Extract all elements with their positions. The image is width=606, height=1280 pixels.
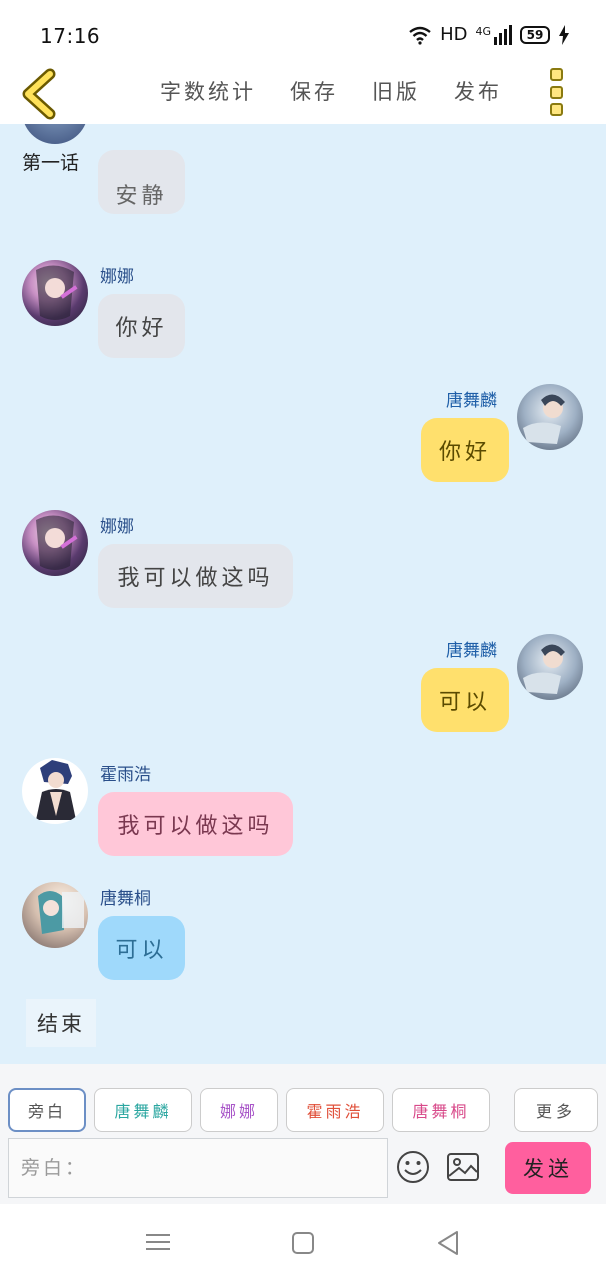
message-bubble[interactable]: 可以 — [421, 668, 509, 732]
old-version-button[interactable]: 旧版 — [372, 76, 420, 106]
avatar-huo-yuhao[interactable] — [22, 758, 88, 824]
role-chips: 旁白 唐舞麟 娜娜 霍雨浩 唐舞桐 — [8, 1088, 498, 1132]
network-type-label: HD — [440, 24, 468, 45]
sender-name: 唐舞麟 — [446, 641, 497, 661]
charging-icon — [559, 24, 569, 45]
message-bubble-partial[interactable]: 安静 — [98, 150, 185, 214]
avatar-tang-wulin[interactable] — [517, 384, 583, 450]
recent-apps-icon[interactable] — [146, 1232, 170, 1252]
chat-area[interactable]: 第一话 安静 娜娜 你好 唐舞麟 你好 娜娜 我可以做这吗 唐舞麟 可以 霍雨浩… — [0, 124, 606, 1064]
avatar-tang-wutong[interactable] — [22, 882, 88, 948]
message-bubble[interactable]: 你好 — [421, 418, 509, 482]
more-options-icon[interactable] — [550, 68, 566, 116]
status-bar: 17:16 HD 4G 59 — [0, 0, 606, 64]
sender-name: 霍雨浩 — [100, 765, 151, 785]
sender-name: 娜娜 — [100, 267, 134, 287]
role-chip-huo-yuhao[interactable]: 霍雨浩 — [286, 1088, 384, 1132]
message-bubble[interactable]: 我可以做这吗 — [98, 544, 293, 608]
role-chip-nana[interactable]: 娜娜 — [200, 1088, 278, 1132]
send-button[interactable]: 发送 — [505, 1142, 591, 1194]
publish-button[interactable]: 发布 — [454, 76, 502, 106]
message-input[interactable] — [8, 1138, 388, 1198]
status-time: 17:16 — [40, 24, 101, 48]
role-chip-tang-wutong[interactable]: 唐舞桐 — [392, 1088, 490, 1132]
chapter-title: 第一话 — [22, 152, 80, 174]
composer: 旁白 唐舞麟 娜娜 霍雨浩 唐舞桐 更多 发送 — [0, 1064, 606, 1204]
status-icons: HD 4G 59 — [408, 24, 570, 45]
toolbar-menu: 字数统计 保存 旧版 发布 — [160, 76, 502, 106]
word-count-button[interactable]: 字数统计 — [160, 76, 256, 106]
message-bubble[interactable]: 你好 — [98, 294, 185, 358]
avatar-nana[interactable] — [22, 260, 88, 326]
back-arrow-icon[interactable] — [18, 68, 64, 120]
more-roles-button[interactable]: 更多 — [514, 1088, 598, 1132]
home-icon[interactable] — [292, 1232, 314, 1254]
emoji-icon[interactable] — [396, 1150, 430, 1184]
message-bubble[interactable]: 我可以做这吗 — [98, 792, 293, 856]
role-chip-tang-wulin[interactable]: 唐舞麟 — [94, 1088, 192, 1132]
role-chip-narrator[interactable]: 旁白 — [8, 1088, 86, 1132]
sender-name: 唐舞桐 — [100, 889, 151, 909]
avatar-nana[interactable] — [22, 510, 88, 576]
save-button[interactable]: 保存 — [290, 76, 338, 106]
avatar-tang-wulin[interactable] — [517, 634, 583, 700]
sender-name: 娜娜 — [100, 517, 134, 537]
system-nav-bar — [0, 1204, 606, 1280]
message-bubble[interactable]: 可以 — [98, 916, 185, 980]
wifi-icon — [409, 26, 431, 45]
battery-icon: 59 — [520, 25, 550, 44]
avatar[interactable] — [22, 124, 88, 144]
editor-toolbar: 字数统计 保存 旧版 发布 — [0, 64, 606, 124]
end-marker[interactable]: 结束 — [26, 999, 96, 1047]
battery-level: 59 — [526, 27, 544, 42]
signal-type-label: 4G — [475, 24, 491, 38]
back-icon[interactable] — [436, 1230, 460, 1256]
sender-name: 唐舞麟 — [446, 391, 497, 411]
cell-signal-icon: 4G — [475, 24, 512, 45]
image-icon[interactable] — [446, 1152, 480, 1182]
